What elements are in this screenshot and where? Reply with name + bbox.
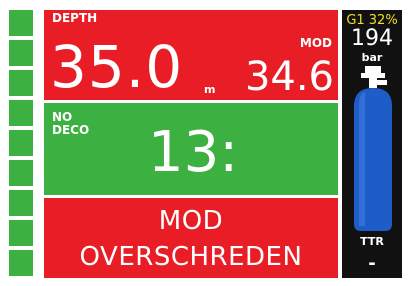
gas-panel: G1 32% 194 bar TTR - bbox=[342, 10, 402, 278]
bar-segment bbox=[9, 250, 33, 276]
bar-segment bbox=[9, 220, 33, 246]
depth-panel: DEPTH MOD 35.0 m 34.6 bbox=[44, 10, 338, 100]
dive-computer-screen: DEPTH MOD 35.0 m 34.6 NO DECO 13: MOD OV… bbox=[0, 0, 410, 286]
gas-cylinder-icon bbox=[354, 66, 392, 231]
no-deco-panel: NO DECO 13: bbox=[44, 103, 338, 195]
bar-segment bbox=[9, 40, 33, 66]
bar-segment bbox=[9, 160, 33, 186]
ndl-value: 13: bbox=[148, 120, 239, 185]
bar-segment bbox=[9, 130, 33, 156]
depth-value: 35.0 bbox=[50, 33, 184, 101]
mod-label: MOD bbox=[299, 36, 332, 50]
bar-segment bbox=[9, 10, 33, 36]
pressure-unit: bar bbox=[361, 51, 383, 64]
ttr-value: - bbox=[368, 253, 376, 274]
warning-line-1: MOD bbox=[158, 206, 224, 236]
mod-warning-panel: MOD OVERSCHREDEN bbox=[44, 198, 338, 278]
tank-pressure: 194 bbox=[351, 26, 393, 51]
warning-line-2: OVERSCHREDEN bbox=[79, 242, 303, 272]
bar-segment bbox=[9, 190, 33, 216]
bar-segment bbox=[9, 70, 33, 96]
bar-segment bbox=[9, 100, 33, 126]
depth-label: DEPTH bbox=[52, 11, 98, 25]
no-deco-label: NO DECO bbox=[52, 111, 89, 137]
no-deco-label-line2: DECO bbox=[52, 123, 90, 137]
depth-unit: m bbox=[204, 83, 216, 96]
mod-value: 34.6 bbox=[244, 54, 334, 100]
ttr-label: TTR bbox=[360, 235, 384, 248]
